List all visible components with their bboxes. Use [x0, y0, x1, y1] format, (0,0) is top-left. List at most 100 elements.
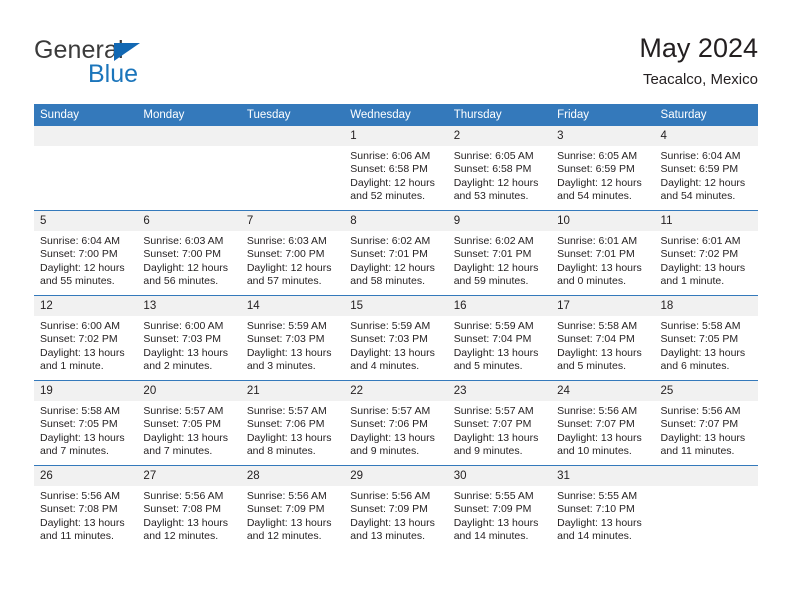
day-details: Sunrise: 6:06 AM Sunset: 6:58 PM Daylight:…	[344, 146, 447, 204]
daylight-text-line1: Daylight: 12 hours	[557, 176, 642, 189]
calendar-day-cell[interactable]: 26 Sunrise: 5:56 AM Sunset: 7:08 PM Dayligh…	[34, 465, 138, 550]
sunrise-text: Sunrise: 6:06 AM	[350, 150, 431, 162]
calendar-header-row: Sunday Monday Tuesday Wednesday Thursday…	[34, 104, 758, 126]
daylight-text-line1: Daylight: 12 hours	[453, 261, 539, 274]
calendar-day-cell[interactable]: 11 Sunrise: 6:01 AM Sunset: 7:02 PM Dayligh…	[654, 210, 758, 296]
sunset-text: Sunset: 7:00 PM	[40, 248, 118, 261]
day-cell-inner: 16 Sunrise: 5:59 AM Sunset: 7:04 PM Dayligh…	[447, 296, 552, 380]
daylight-text-line2: and 3 minutes.	[246, 360, 316, 373]
calendar-day-cell[interactable]: 31 Sunrise: 5:55 AM Sunset: 7:10 PM Dayligh…	[551, 465, 655, 550]
general-blue-logo: General Blue	[34, 36, 234, 90]
day-cell-inner: 19 Sunrise: 5:58 AM Sunset: 7:05 PM Dayligh…	[34, 381, 138, 465]
sunset-text: Sunset: 7:01 PM	[453, 248, 532, 261]
calendar-cell-empty	[240, 126, 345, 211]
calendar-day-cell[interactable]: 27 Sunrise: 5:56 AM Sunset: 7:08 PM Dayligh…	[137, 465, 241, 550]
calendar-cell-empty	[137, 126, 241, 211]
sunset-text: Sunset: 7:01 PM	[557, 248, 635, 261]
calendar-day-cell[interactable]: 21 Sunrise: 5:57 AM Sunset: 7:06 PM Dayligh…	[240, 380, 345, 466]
daylight-text-line2: and 5 minutes.	[557, 360, 626, 373]
calendar-day-cell[interactable]: 25 Sunrise: 5:56 AM Sunset: 7:07 PM Dayligh…	[654, 380, 758, 466]
calendar-day-cell[interactable]: 1 Sunrise: 6:06 AM Sunset: 6:58 PM Daylight…	[344, 126, 448, 211]
calendar-day-cell[interactable]: 28 Sunrise: 5:56 AM Sunset: 7:09 PM Dayligh…	[240, 465, 345, 550]
calendar-day-cell[interactable]: 8 Sunrise: 6:02 AM Sunset: 7:01 PM Daylight…	[344, 210, 448, 296]
sunset-text: Sunset: 6:58 PM	[453, 163, 532, 176]
day-details: Sunrise: 6:00 AM Sunset: 7:02 PM Daylight:…	[34, 316, 137, 374]
daylight-text-line1: Daylight: 13 hours	[143, 516, 229, 529]
sunset-text: Sunset: 7:06 PM	[246, 418, 325, 431]
day-details: Sunrise: 6:01 AM Sunset: 7:02 PM Daylight:…	[655, 231, 758, 289]
page-location: Teacalco, Mexico	[642, 71, 758, 88]
calendar-day-cell[interactable]: 29 Sunrise: 5:56 AM Sunset: 7:09 PM Dayligh…	[344, 465, 448, 550]
calendar-cell-empty	[654, 465, 758, 550]
calendar-day-cell[interactable]: 9 Sunrise: 6:02 AM Sunset: 7:01 PM Daylight…	[447, 210, 552, 296]
calendar-day-cell[interactable]: 12 Sunrise: 6:00 AM Sunset: 7:02 PM Dayligh…	[34, 295, 138, 381]
calendar-day-cell[interactable]: 15 Sunrise: 5:59 AM Sunset: 7:03 PM Dayligh…	[344, 295, 448, 381]
day-cell-inner: 21 Sunrise: 5:57 AM Sunset: 7:06 PM Dayligh…	[240, 381, 345, 465]
sunrise-text: Sunrise: 5:55 AM	[557, 490, 638, 502]
daylight-text-line2: and 9 minutes.	[453, 445, 523, 458]
logo-triangle-icon	[114, 43, 140, 61]
sunset-text: Sunset: 7:08 PM	[143, 503, 222, 516]
day-details: Sunrise: 5:55 AM Sunset: 7:09 PM Daylight:…	[448, 486, 551, 544]
daylight-text-line2: and 58 minutes.	[350, 275, 425, 288]
day-number: 13	[137, 296, 241, 316]
daylight-text-line2: and 0 minutes.	[557, 275, 626, 288]
day-number: 20	[137, 381, 241, 401]
day-number: 23	[447, 381, 552, 401]
weekday-header-friday: Friday	[551, 104, 655, 126]
daylight-text-line2: and 59 minutes.	[453, 275, 529, 288]
calendar-day-cell[interactable]: 23 Sunrise: 5:57 AM Sunset: 7:07 PM Dayligh…	[447, 380, 552, 466]
calendar-body: 1 Sunrise: 6:06 AM Sunset: 6:58 PM Daylight…	[34, 126, 758, 550]
calendar-day-cell[interactable]: 13 Sunrise: 6:00 AM Sunset: 7:03 PM Dayligh…	[137, 295, 241, 381]
calendar-day-cell[interactable]: 14 Sunrise: 5:59 AM Sunset: 7:03 PM Dayligh…	[240, 295, 345, 381]
calendar-day-cell[interactable]: 20 Sunrise: 5:57 AM Sunset: 7:05 PM Dayligh…	[137, 380, 241, 466]
calendar-cell-empty	[34, 126, 138, 211]
daylight-text-line1: Daylight: 13 hours	[660, 261, 746, 274]
daylight-text-line2: and 13 minutes.	[350, 530, 425, 543]
daylight-text-line2: and 14 minutes.	[557, 530, 632, 543]
sunrise-text: Sunrise: 5:58 AM	[40, 405, 120, 417]
day-details: Sunrise: 6:05 AM Sunset: 6:59 PM Daylight:…	[551, 146, 654, 204]
calendar-day-cell[interactable]: 17 Sunrise: 5:58 AM Sunset: 7:04 PM Dayligh…	[551, 295, 655, 381]
sunset-text: Sunset: 7:02 PM	[40, 333, 118, 346]
daylight-text-line1: Daylight: 12 hours	[350, 261, 435, 274]
calendar-day-cell[interactable]: 18 Sunrise: 5:58 AM Sunset: 7:05 PM Dayligh…	[654, 295, 758, 381]
sunrise-text: Sunrise: 5:56 AM	[350, 490, 431, 502]
daylight-text-line1: Daylight: 13 hours	[350, 431, 435, 444]
calendar-day-cell[interactable]: 6 Sunrise: 6:03 AM Sunset: 7:00 PM Daylight…	[137, 210, 241, 296]
calendar-day-cell[interactable]: 4 Sunrise: 6:04 AM Sunset: 6:59 PM Daylight…	[654, 126, 758, 211]
day-details: Sunrise: 5:58 AM Sunset: 7:05 PM Daylight:…	[34, 401, 137, 459]
daylight-text-line1: Daylight: 13 hours	[453, 346, 539, 359]
calendar-day-cell[interactable]: 7 Sunrise: 6:03 AM Sunset: 7:00 PM Daylight…	[240, 210, 345, 296]
calendar-day-cell[interactable]: 10 Sunrise: 6:01 AM Sunset: 7:01 PM Dayligh…	[551, 210, 655, 296]
sunset-text: Sunset: 7:09 PM	[246, 503, 325, 516]
calendar-day-cell[interactable]: 30 Sunrise: 5:55 AM Sunset: 7:09 PM Dayligh…	[447, 465, 552, 550]
weekday-header-sunday: Sunday	[34, 104, 138, 126]
sunrise-text: Sunrise: 6:04 AM	[660, 150, 741, 162]
calendar-day-cell[interactable]: 19 Sunrise: 5:58 AM Sunset: 7:05 PM Dayligh…	[34, 380, 138, 466]
daylight-text-line2: and 54 minutes.	[660, 190, 736, 203]
day-number: 7	[240, 211, 345, 231]
daylight-text-line1: Daylight: 13 hours	[453, 516, 539, 529]
day-cell-inner: 10 Sunrise: 6:01 AM Sunset: 7:01 PM Dayligh…	[551, 211, 655, 295]
sunrise-text: Sunrise: 5:57 AM	[143, 405, 224, 417]
day-number: 30	[447, 466, 552, 486]
page-title: May 2024	[639, 33, 758, 63]
daylight-text-line2: and 9 minutes.	[350, 445, 420, 458]
calendar-day-cell[interactable]: 2 Sunrise: 6:05 AM Sunset: 6:58 PM Daylight…	[447, 126, 552, 211]
calendar-day-cell[interactable]: 3 Sunrise: 6:05 AM Sunset: 6:59 PM Daylight…	[551, 126, 655, 211]
daylight-text-line2: and 7 minutes.	[40, 445, 109, 458]
day-number: 25	[654, 381, 758, 401]
calendar-day-cell[interactable]: 22 Sunrise: 5:57 AM Sunset: 7:06 PM Dayligh…	[344, 380, 448, 466]
day-cell-inner: 28 Sunrise: 5:56 AM Sunset: 7:09 PM Dayligh…	[240, 466, 345, 550]
daylight-text-line1: Daylight: 13 hours	[143, 431, 229, 444]
sunset-text: Sunset: 6:59 PM	[557, 163, 635, 176]
daylight-text-line1: Daylight: 12 hours	[246, 261, 332, 274]
day-number	[34, 126, 138, 146]
day-number: 1	[344, 126, 448, 146]
daylight-text-line2: and 7 minutes.	[143, 445, 213, 458]
calendar-day-cell[interactable]: 16 Sunrise: 5:59 AM Sunset: 7:04 PM Dayligh…	[447, 295, 552, 381]
calendar-day-cell[interactable]: 5 Sunrise: 6:04 AM Sunset: 7:00 PM Daylight…	[34, 210, 138, 296]
calendar-day-cell[interactable]: 24 Sunrise: 5:56 AM Sunset: 7:07 PM Dayligh…	[551, 380, 655, 466]
day-number	[240, 126, 345, 146]
